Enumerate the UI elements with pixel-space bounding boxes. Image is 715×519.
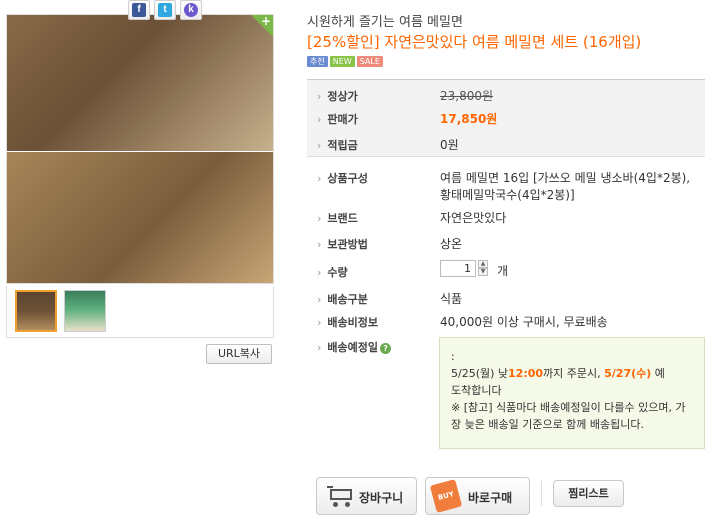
regular-price-label: 정상가 [317,88,357,104]
delivery-schedule-label: 배송예정일? [317,339,392,355]
order-date: 5/25(월) 낮 [451,367,509,380]
composition-value-line1: 여름 메밀면 16입 [가쓰오 메밀 냉소바(4입*2봉), [440,171,691,185]
buy-now-label: 바로구매 [468,491,513,505]
thumbnail-product-package[interactable] [64,290,106,332]
price-box [307,79,705,157]
facebook-share-button[interactable]: f [128,0,150,20]
sale-price-label: 판매가 [317,111,357,127]
delivery-order-line: 5/25(월) 낮12:00까지 주문시, 5/27(수) 예 [451,365,694,382]
buy-now-button[interactable]: BUY 바로구매 [425,477,530,515]
bibim-noodle-bowl-photo [7,152,273,283]
wishlist-button[interactable]: 찜리스트 [553,480,624,507]
composition-value-line2: 황태메밀막국수(4입*2봉)] [440,188,575,202]
delivery-type-label: 배송구분 [317,291,367,307]
storage-value: 상온 [440,237,463,251]
main-product-image[interactable]: + [6,14,274,284]
url-copy-button[interactable]: URL복사 [206,344,272,364]
zoom-plus-icon[interactable]: + [261,15,271,28]
regular-price-value: 23,800원 [440,89,494,103]
kakaostory-icon: k [184,3,198,17]
add-to-cart-button[interactable]: 장바구니 [316,477,417,515]
delivery-estimate-box: : 5/25(월) 낮12:00까지 주문시, 5/27(수) 예 도착합니다 … [439,337,705,449]
storage-label: 보관방법 [317,236,367,252]
recommend-badge: 추천 [307,56,328,67]
twitter-icon: t [158,3,172,17]
quantity-stepper[interactable]: ▲ ▼ [478,260,488,277]
order-suffix-text: 예 [651,367,665,380]
shipping-info-label: 배송비정보 [317,314,378,330]
brand-value: 자연은맛있다 [440,211,507,225]
sale-badge: SALE [356,56,383,67]
buy-tag-icon: BUY [429,479,463,513]
cart-icon [327,484,355,508]
new-badge: NEW [329,56,355,67]
points-value: 0원 [440,138,459,152]
add-to-cart-label: 장바구니 [359,491,404,505]
kakaostory-share-button[interactable]: k [180,0,202,20]
facebook-icon: f [132,3,146,17]
thumbnail-strip [6,286,274,338]
product-title: [25%할인] 자연은맛있다 여름 메밀면 세트 (16개입) [307,33,642,51]
quantity-label: 수량 [317,264,347,280]
order-mid-text: 까지 주문시, [543,367,605,380]
delivery-arrival-line: 도착합니다 [451,384,502,397]
points-label: 적립금 [317,137,357,153]
twitter-share-button[interactable]: t [154,0,176,20]
quantity-input[interactable]: 1 [440,260,476,277]
quantity-unit: 개 [497,264,509,278]
help-icon[interactable]: ? [380,342,392,354]
sale-price-value: 17,850원 [440,112,498,126]
button-divider [541,481,542,506]
thumbnail-noodle-bowls[interactable] [15,290,57,332]
quantity-up-icon[interactable]: ▲ [478,260,488,268]
delivery-colon: : [451,350,455,363]
composition-label: 상품구성 [317,170,367,186]
order-cutoff-time: 12:00 [508,367,544,380]
cold-soba-bowl-photo [7,15,273,151]
quantity-down-icon[interactable]: ▼ [478,268,488,276]
shipping-info-value: 40,000원 이상 구매시, 무료배송 [440,315,608,329]
brand-label: 브랜드 [317,210,357,226]
delivery-schedule-label-text: 배송예정일 [327,341,379,354]
arrival-date: 5/27(수) [604,367,652,380]
delivery-type-value: 식품 [440,292,463,306]
delivery-note: ※ [참고] 식품마다 배송예정일이 다를수 있으며, 가장 늦은 배송일 기준… [451,401,686,431]
product-badges: 추천 NEW SALE [307,56,385,67]
product-subtitle: 시원하게 즐기는 여름 메밀면 [307,15,463,30]
